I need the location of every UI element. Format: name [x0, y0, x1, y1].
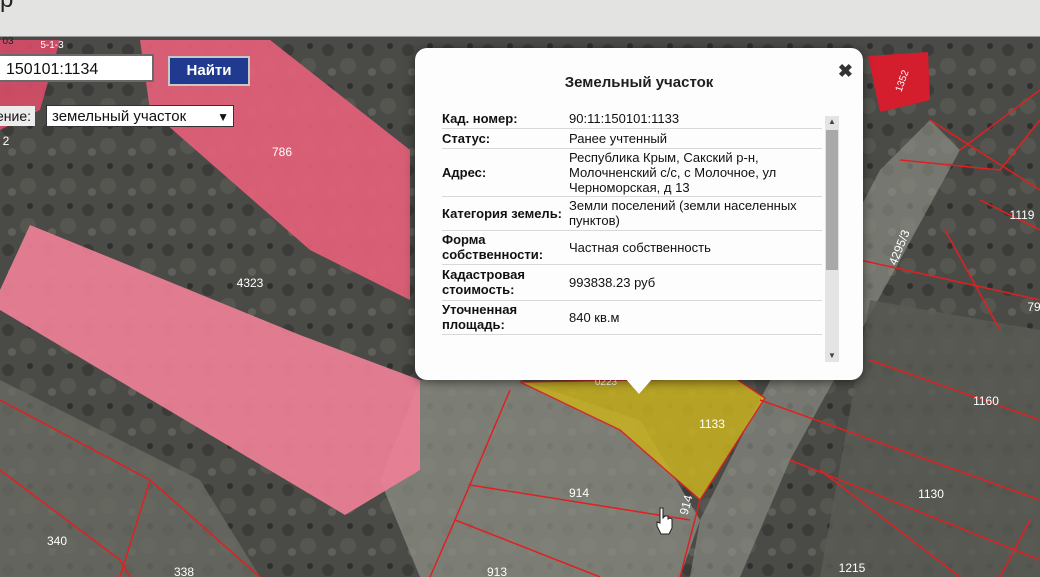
popup-pointer: [625, 378, 653, 394]
info-row: Уточненная площадь: 840 кв.м: [442, 300, 822, 335]
cadastral-number-search-input[interactable]: 150101:1134: [0, 54, 154, 82]
map-label-1130: 1130: [918, 487, 944, 501]
info-row-label: Категория земель:: [442, 196, 569, 231]
info-row-value: 840 кв.м: [569, 300, 822, 335]
map-label-340: 340: [47, 534, 67, 548]
info-row: Форма собственности: Частная собственност…: [442, 230, 822, 265]
popup-scrollbar[interactable]: ▲ ▼: [825, 116, 839, 362]
map-label-338: 338: [174, 565, 194, 577]
info-row-label: Форма собственности:: [442, 230, 569, 265]
info-row-value: Земли поселений (земли населенных пункто…: [569, 196, 822, 231]
info-row-label: Адрес:: [442, 148, 569, 197]
search-button[interactable]: Найти: [168, 56, 250, 86]
map-label-913: 913: [487, 565, 507, 577]
layer-label: ение:: [0, 106, 36, 126]
map-label-4323: 4323: [237, 276, 264, 290]
info-row-value: Частная собственность: [569, 230, 822, 265]
popup-title: Земельный участок: [564, 74, 714, 91]
parcel-info-popup: Земельный участок ✖ Кад. номер: 90:11:150…: [415, 48, 863, 394]
map-label-79: 79: [1027, 300, 1040, 314]
info-row-label: Уточненная площадь:: [442, 300, 569, 335]
browser-top-bar: р: [0, 0, 1040, 37]
info-row-label: Статус:: [442, 128, 569, 149]
layer-type-select[interactable]: земельный участок ▼: [46, 105, 234, 127]
info-row: Категория земель: Земли поселений (земли …: [442, 196, 822, 231]
map-label-1160: 1160: [973, 394, 999, 408]
info-row-label: Кадастровая стоимость:: [442, 264, 569, 301]
scrollbar-thumb[interactable]: [826, 130, 838, 270]
map-label-5-1-3: 5-1-3: [40, 40, 64, 51]
info-row: Кадастровая стоимость: 993838.23 руб: [442, 264, 822, 301]
info-row-label: Кад. номер:: [442, 110, 569, 129]
chevron-down-icon: ▼: [217, 110, 229, 124]
map-label-914: 914: [569, 486, 589, 500]
info-row: Кад. номер: 90:11:150101:1133: [442, 110, 822, 129]
page-title-fragment: р: [0, 0, 13, 14]
parcel-info-table: Кад. номер: 90:11:150101:1133 Статус: Ранее…: [442, 110, 822, 335]
scroll-down-arrow-icon[interactable]: ▼: [825, 350, 839, 362]
map-label-2: 2: [3, 134, 10, 148]
scroll-up-arrow-icon[interactable]: ▲: [825, 116, 839, 128]
info-row: Адрес: Республика Крым, Сакский р-н, Моло…: [442, 148, 822, 197]
info-row-value: Ранее учтенный: [569, 128, 822, 149]
map-label-1215: 1215: [839, 561, 866, 575]
info-row: Статус: Ранее учтенный: [442, 128, 822, 149]
info-row-value: 90:11:150101:1133: [569, 110, 822, 129]
info-row-value: 993838.23 руб: [569, 264, 822, 301]
map-label-1133: 1133: [699, 417, 725, 431]
close-icon[interactable]: ✖: [838, 61, 853, 82]
map-label-786: 786: [272, 145, 292, 159]
map-label-1119: 1119: [1010, 208, 1035, 222]
layer-select-value: земельный участок: [52, 108, 187, 125]
map-label-03: 03: [2, 36, 14, 47]
info-row-value: Республика Крым, Сакский р-н, Молочненск…: [569, 148, 822, 197]
